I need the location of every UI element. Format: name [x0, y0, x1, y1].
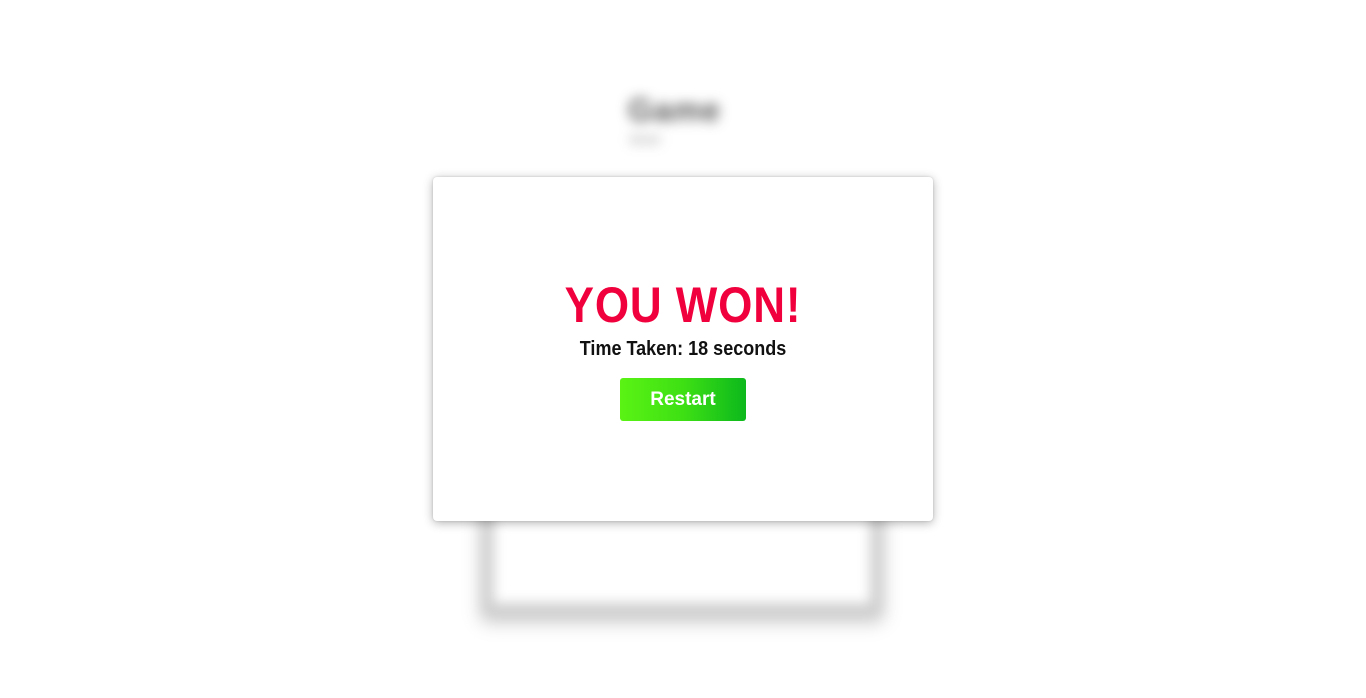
game-title: Game [628, 92, 721, 128]
game-screen: Game timer YOU WON! Time Taken: 18 secon… [0, 0, 1366, 698]
win-title: YOU WON! [564, 277, 802, 333]
time-label: Time Taken: [579, 338, 684, 360]
restart-button[interactable]: Restart [620, 378, 746, 421]
time-value: 18 [688, 338, 709, 360]
win-dialog: YOU WON! Time Taken: 18 seconds Restart [433, 177, 933, 521]
game-subtitle: timer [630, 131, 662, 147]
time-unit: seconds [713, 338, 787, 360]
time-taken-text: Time Taken: 18 seconds [458, 335, 908, 363]
